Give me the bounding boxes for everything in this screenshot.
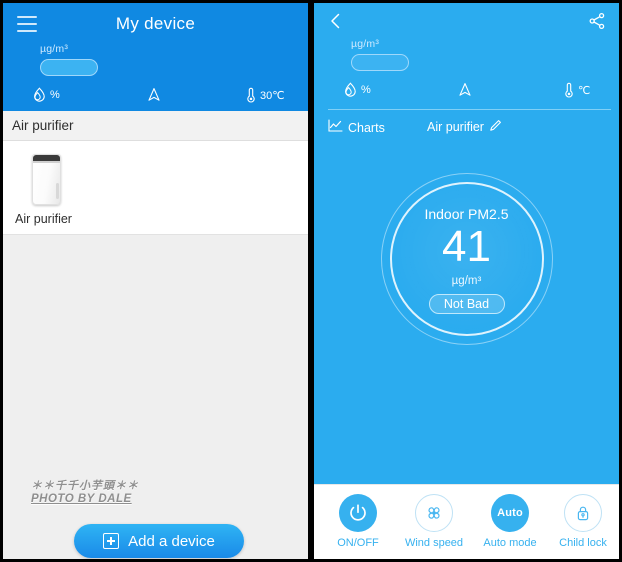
watermark: ＊＊千千小芋頭＊＊ PHOTO BY DALE	[31, 480, 201, 505]
device-card-label: Air purifier	[15, 212, 72, 226]
device-section-header: Air purifier	[3, 111, 308, 141]
line-chart-icon	[328, 119, 343, 136]
auto-mode-glyph-text: Auto	[497, 507, 523, 519]
right-header: µg/m³ % ℃	[314, 3, 619, 103]
right-metric-humidity-value: %	[361, 83, 371, 96]
app-screenshot: My device µg/m³ % 30℃ Air purifier Air p…	[0, 0, 622, 562]
right-metric-air-quality[interactable]	[458, 82, 476, 97]
humidity-droplet-icon	[33, 87, 46, 102]
header-divider	[328, 109, 611, 110]
right-metric-humidity[interactable]: %	[344, 82, 371, 97]
device-card-air-purifier[interactable]: Air purifier	[3, 141, 308, 235]
right-metric-temperature-value: ℃	[578, 84, 591, 97]
humidity-droplet-icon	[344, 82, 357, 97]
metric-temperature-value: 30℃	[260, 89, 285, 102]
watermark-line-1: ＊＊千千小芋頭＊＊	[31, 480, 139, 492]
padlock-icon	[564, 494, 602, 532]
right-pm-value-placeholder	[351, 54, 409, 71]
control-child-lock-label: Child lock	[559, 537, 607, 549]
right-metric-temperature[interactable]: ℃	[564, 82, 590, 98]
add-device-button[interactable]: Add a device	[74, 524, 244, 558]
device-list-screen: My device µg/m³ % 30℃ Air purifier Air p…	[0, 0, 311, 562]
gauge-unit: µg/m³	[451, 275, 482, 287]
power-icon	[339, 494, 377, 532]
auto-text-icon: Auto	[491, 494, 529, 532]
left-header: My device µg/m³ % 30℃	[3, 3, 308, 111]
left-pm-value-placeholder	[40, 59, 98, 76]
pencil-edit-icon[interactable]	[489, 119, 502, 135]
metric-humidity[interactable]: %	[33, 87, 60, 102]
metric-air-quality[interactable]	[147, 87, 165, 102]
air-quality-arrow-icon	[458, 82, 472, 97]
device-detail-screen: µg/m³ % ℃ Charts Air purifier Indoor PM2…	[311, 0, 622, 562]
gauge-label: Indoor PM2.5	[424, 206, 509, 222]
right-metric-row: % ℃	[314, 82, 619, 104]
left-pm-unit-label: µg/m³	[40, 43, 69, 55]
status-badge: Not Bad	[428, 294, 505, 314]
metric-temperature[interactable]: 30℃	[246, 87, 285, 103]
device-name-edit[interactable]: Air purifier	[427, 119, 502, 135]
control-wind-speed-label: Wind speed	[404, 537, 464, 549]
left-metric-row: % 30℃	[3, 87, 308, 109]
control-auto-mode-label: Auto mode	[483, 537, 537, 549]
add-device-label: Add a device	[128, 532, 215, 550]
control-child-lock[interactable]: Child lock	[547, 494, 619, 549]
back-chevron-icon[interactable]	[326, 11, 346, 31]
detail-toolbar: Charts Air purifier	[314, 116, 619, 144]
air-purifier-device-icon	[32, 154, 61, 205]
fan-icon	[415, 494, 453, 532]
charts-button-label: Charts	[348, 120, 385, 135]
device-detail-name: Air purifier	[427, 120, 484, 134]
pm25-gauge: Indoor PM2.5 41 µg/m³ Not Bad	[380, 173, 553, 345]
air-quality-arrow-icon	[147, 87, 161, 102]
control-on-off-label: ON/OFF	[337, 537, 379, 549]
control-bar: ON/OFF Wind speed Auto Auto mode Child l…	[314, 484, 619, 559]
control-auto-mode[interactable]: Auto Auto mode	[474, 494, 546, 549]
thermometer-icon	[246, 87, 256, 103]
control-on-off[interactable]: ON/OFF	[322, 494, 394, 549]
gauge-value: 41	[442, 222, 491, 271]
right-pm-unit-label: µg/m³	[351, 38, 380, 50]
plus-box-icon	[103, 533, 120, 549]
thermometer-icon	[564, 82, 574, 98]
metric-humidity-value: %	[50, 88, 60, 101]
watermark-line-2: PHOTO BY DALE	[31, 492, 132, 505]
charts-button[interactable]: Charts	[328, 119, 385, 136]
page-title: My device	[115, 14, 196, 33]
control-wind-speed[interactable]: Wind speed	[398, 494, 470, 549]
share-icon[interactable]	[587, 11, 607, 31]
